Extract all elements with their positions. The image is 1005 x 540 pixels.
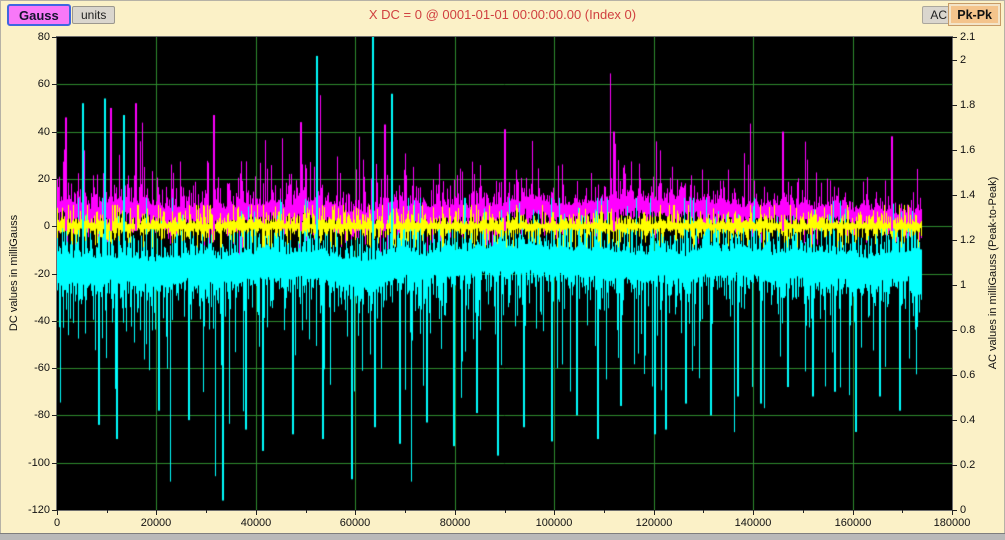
left-y-tick xyxy=(52,132,57,133)
x-major-tick xyxy=(57,510,58,515)
x-tick-label: 20000 xyxy=(124,517,188,529)
right-y-tick xyxy=(952,150,957,151)
x-minor-tick xyxy=(902,510,903,513)
x-minor-tick xyxy=(604,510,605,513)
x-tick-label: 140000 xyxy=(721,517,785,529)
right-y-tick xyxy=(952,37,957,38)
left-y-tick xyxy=(52,321,57,322)
x-major-tick xyxy=(256,510,257,515)
right-y-tick-label: 0 xyxy=(960,504,966,516)
left-y-tick-label: 40 xyxy=(10,126,50,138)
x-minor-tick xyxy=(306,510,307,513)
right-y-tick-label: 1.6 xyxy=(960,144,975,156)
pkpk-toggle-button[interactable]: Pk-Pk xyxy=(949,4,1000,25)
x-tick-label: 180000 xyxy=(920,517,984,529)
left-y-tick xyxy=(52,84,57,85)
left-y-tick xyxy=(52,226,57,227)
right-y-tick-label: 0.2 xyxy=(960,459,975,471)
x-tick-label: 60000 xyxy=(323,517,387,529)
x-minor-tick xyxy=(405,510,406,513)
x-major-tick xyxy=(156,510,157,515)
x-minor-tick xyxy=(803,510,804,513)
right-y-tick xyxy=(952,330,957,331)
x-major-tick xyxy=(654,510,655,515)
x-minor-tick xyxy=(206,510,207,513)
right-y-tick xyxy=(952,240,957,241)
x-tick-label: 120000 xyxy=(622,517,686,529)
right-y-axis-label: AC values in milliGauss (Peak-to-Peak) xyxy=(987,177,999,370)
x-major-tick xyxy=(355,510,356,515)
right-y-tick-label: 2.1 xyxy=(960,31,975,43)
left-y-tick-label: -80 xyxy=(10,409,50,421)
right-y-tick xyxy=(952,285,957,286)
plot-title: X DC = 0 @ 0001-01-01 00:00:00.00 (Index… xyxy=(0,7,1005,22)
x-tick-label: 0 xyxy=(25,517,89,529)
right-y-tick-label: 0.8 xyxy=(960,324,975,336)
x-major-tick xyxy=(554,510,555,515)
x-minor-tick xyxy=(505,510,506,513)
right-y-tick-label: 0.6 xyxy=(960,369,975,381)
left-y-tick-label: 80 xyxy=(10,31,50,43)
right-y-tick-label: 1.8 xyxy=(960,99,975,111)
left-y-tick xyxy=(52,368,57,369)
x-major-tick xyxy=(952,510,953,515)
x-major-tick xyxy=(753,510,754,515)
left-y-tick xyxy=(52,37,57,38)
left-y-tick-label: -120 xyxy=(10,504,50,516)
right-y-tick xyxy=(952,465,957,466)
left-y-tick-label: -60 xyxy=(10,362,50,374)
x-minor-tick xyxy=(107,510,108,513)
left-y-tick xyxy=(52,274,57,275)
left-y-tick-label: -100 xyxy=(10,457,50,469)
app-window: Gauss units X DC = 0 @ 0001-01-01 00:00:… xyxy=(0,0,1005,540)
right-y-tick-label: 0.4 xyxy=(960,414,975,426)
x-tick-label: 160000 xyxy=(821,517,885,529)
left-y-tick-label: 20 xyxy=(10,173,50,185)
left-y-tick-label: 0 xyxy=(10,220,50,232)
right-y-tick xyxy=(952,195,957,196)
right-y-tick-label: 1.4 xyxy=(960,189,975,201)
x-tick-label: 100000 xyxy=(522,517,586,529)
right-y-tick xyxy=(952,420,957,421)
left-y-tick xyxy=(52,179,57,180)
plot-canvas[interactable] xyxy=(57,37,952,510)
right-y-tick-label: 1.2 xyxy=(960,234,975,246)
x-tick-label: 40000 xyxy=(224,517,288,529)
left-y-tick-label: -40 xyxy=(10,315,50,327)
right-y-tick xyxy=(952,375,957,376)
left-y-tick xyxy=(52,415,57,416)
x-tick-label: 80000 xyxy=(423,517,487,529)
right-y-tick xyxy=(952,60,957,61)
left-y-tick xyxy=(52,463,57,464)
right-y-tick xyxy=(952,105,957,106)
plot-area xyxy=(56,36,953,511)
left-y-tick-label: -20 xyxy=(10,268,50,280)
right-y-tick-label: 1 xyxy=(960,279,966,291)
window-bottom-bar xyxy=(0,533,1005,540)
x-minor-tick xyxy=(703,510,704,513)
right-y-tick-label: 2 xyxy=(960,54,966,66)
x-major-tick xyxy=(455,510,456,515)
left-y-tick-label: 60 xyxy=(10,78,50,90)
x-major-tick xyxy=(853,510,854,515)
